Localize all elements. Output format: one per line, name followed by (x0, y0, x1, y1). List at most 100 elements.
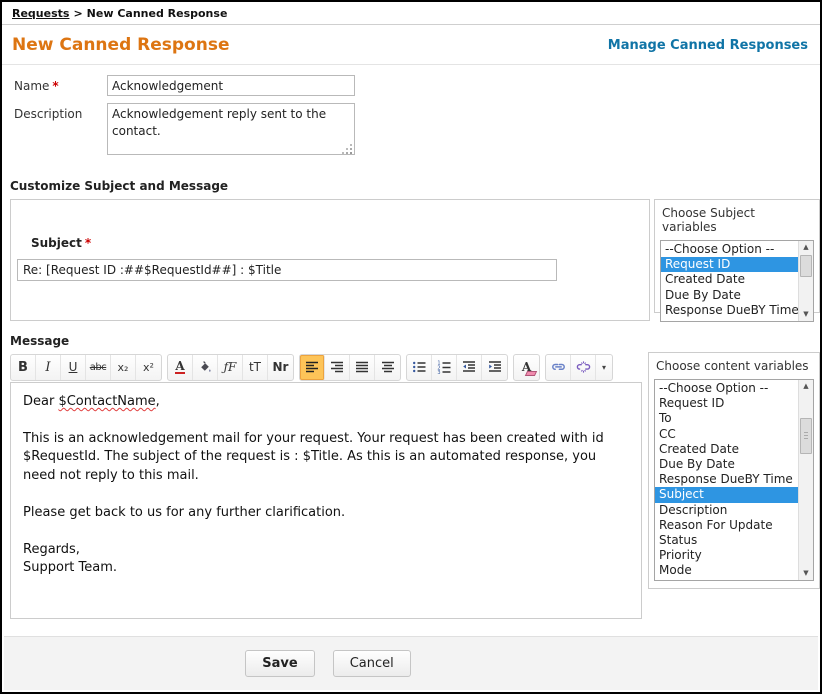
subject-box: Subject* (10, 199, 650, 321)
content-variables-listbox[interactable]: --Choose Option -- Request ID To CC Crea… (654, 379, 814, 581)
list-option[interactable]: --Choose Option -- (661, 242, 798, 257)
list-option-selected[interactable]: Request ID (661, 257, 798, 272)
list-option-selected[interactable]: Subject (655, 487, 798, 502)
breadcrumb-separator: > (73, 7, 82, 20)
scroll-down-icon[interactable]: ▼ (799, 567, 813, 580)
svg-text:3: 3 (437, 370, 440, 374)
fill-color-icon[interactable] (193, 355, 218, 380)
contact-name-variable: $ContactName (58, 394, 155, 409)
message-editor-column: B I U abc x₂ x² A ƒF tT Nr (10, 352, 642, 619)
outdent-icon[interactable] (457, 355, 482, 380)
new-canned-response-page: Requests > New Canned Response New Canned … (0, 0, 822, 694)
subject-list-scrollbar[interactable]: ▲ ▼ (798, 241, 813, 321)
bold-icon[interactable]: B (11, 355, 36, 380)
scrollbar-thumb[interactable] (800, 418, 812, 454)
list-option[interactable]: Priority (655, 548, 798, 563)
link-group: ▾ (545, 354, 613, 381)
content-variables-title: Choose content variables (649, 353, 819, 377)
description-textarea[interactable]: Acknowledgement reply sent to the contac… (107, 103, 355, 155)
scroll-up-icon[interactable]: ▲ (799, 241, 813, 254)
underline-icon[interactable]: U (61, 355, 86, 380)
align-right-icon[interactable] (325, 355, 350, 380)
manage-canned-responses-link[interactable]: Manage Canned Responses (608, 38, 808, 53)
align-group (299, 354, 401, 381)
editor-toolbar: B I U abc x₂ x² A ƒF tT Nr (10, 352, 642, 382)
page-title: New Canned Response (12, 35, 230, 55)
list-option[interactable]: Mode (655, 563, 798, 578)
content-list-scrollbar[interactable]: ▲ ▼ (798, 380, 813, 580)
font-family-icon[interactable]: ƒF (218, 355, 243, 380)
required-asterisk: * (85, 236, 91, 250)
normal-style-icon[interactable]: Nr (268, 355, 293, 380)
subscript-icon[interactable]: x₂ (111, 355, 136, 380)
list-option[interactable]: Created Date (655, 442, 798, 457)
footer-action-bar: Save Cancel (4, 636, 818, 690)
save-button[interactable]: Save (245, 650, 314, 677)
description-label: Description (14, 103, 107, 159)
breadcrumb: Requests > New Canned Response (2, 2, 820, 25)
greeting-line: Dear $ContactName, (23, 393, 629, 411)
message-editor[interactable]: Dear $ContactName, This is an acknowledg… (10, 382, 642, 619)
remove-format-icon[interactable]: A (514, 355, 539, 380)
message-body: This is an acknowledgement mail for your… (23, 411, 629, 577)
bullet-list-icon[interactable] (407, 355, 432, 380)
breadcrumb-requests-link[interactable]: Requests (12, 7, 69, 20)
format-group: A (513, 354, 540, 381)
resize-grip-icon[interactable] (343, 145, 352, 154)
subject-variables-listbox[interactable]: --Choose Option -- Request ID Created Da… (660, 240, 814, 322)
subject-variables-panel: Choose Subject variables --Choose Option… (654, 199, 820, 313)
more-options-icon[interactable]: ▾ (596, 355, 612, 380)
italic-icon[interactable]: I (36, 355, 61, 380)
page-header: New Canned Response Manage Canned Respon… (2, 25, 820, 65)
strikethrough-icon[interactable]: abc (86, 355, 111, 380)
subject-input[interactable] (17, 259, 557, 281)
list-option[interactable]: Reason For Update (655, 518, 798, 533)
content-variables-options: --Choose Option -- Request ID To CC Crea… (655, 380, 798, 579)
list-option[interactable]: Response DueBY Time (661, 303, 798, 318)
button-wrap: Save Cancel (4, 637, 652, 677)
subject-variables-title: Choose Subject variables (655, 200, 819, 238)
customize-section-header: Customize Subject and Message (10, 179, 820, 193)
cancel-button[interactable]: Cancel (333, 650, 411, 677)
message-label: Message (10, 334, 820, 348)
numbered-list-icon[interactable]: 123 (432, 355, 457, 380)
unlink-icon[interactable] (571, 355, 596, 380)
align-center-icon[interactable] (375, 355, 400, 380)
font-color-icon[interactable]: A (168, 355, 193, 380)
list-option[interactable]: CC (655, 427, 798, 442)
name-row: Name* (14, 75, 820, 96)
font-size-icon[interactable]: tT (243, 355, 268, 380)
basic-details-form: Name* Description Acknowledgement reply … (2, 65, 820, 159)
subject-variables-options: --Choose Option -- Request ID Created Da… (661, 241, 798, 318)
scroll-up-icon[interactable]: ▲ (799, 380, 813, 393)
superscript-icon[interactable]: x² (136, 355, 161, 380)
insert-link-icon[interactable] (546, 355, 571, 380)
list-option[interactable]: To (655, 411, 798, 426)
list-option[interactable]: Created Date (661, 272, 798, 287)
description-row: Description Acknowledgement reply sent t… (14, 103, 820, 159)
list-option[interactable]: Description (655, 503, 798, 518)
list-option[interactable]: --Choose Option -- (655, 381, 798, 396)
list-option[interactable]: Due By Date (661, 288, 798, 303)
list-group: 123 (406, 354, 508, 381)
description-field-wrap: Acknowledgement reply sent to the contac… (107, 103, 355, 159)
required-asterisk: * (52, 79, 58, 93)
indent-icon[interactable] (482, 355, 507, 380)
subject-label: Subject* (31, 236, 649, 250)
content-variables-panel: Choose content variables --Choose Option… (648, 352, 820, 589)
text-style-group: B I U abc x₂ x² (10, 354, 162, 381)
justify-icon[interactable] (350, 355, 375, 380)
scroll-down-icon[interactable]: ▼ (799, 308, 813, 321)
scrollbar-thumb[interactable] (800, 255, 812, 277)
font-group: A ƒF tT Nr (167, 354, 294, 381)
name-input[interactable] (107, 75, 355, 96)
breadcrumb-current: New Canned Response (87, 7, 228, 20)
subject-row: Subject* Choose Subject variables --Choo… (10, 199, 820, 321)
align-left-icon[interactable] (300, 355, 325, 380)
list-option[interactable]: Due By Date (655, 457, 798, 472)
name-label: Name* (14, 75, 107, 96)
list-option[interactable]: Response DueBY Time (655, 472, 798, 487)
message-row: B I U abc x₂ x² A ƒF tT Nr (10, 352, 820, 619)
list-option[interactable]: Request ID (655, 396, 798, 411)
list-option[interactable]: Status (655, 533, 798, 548)
